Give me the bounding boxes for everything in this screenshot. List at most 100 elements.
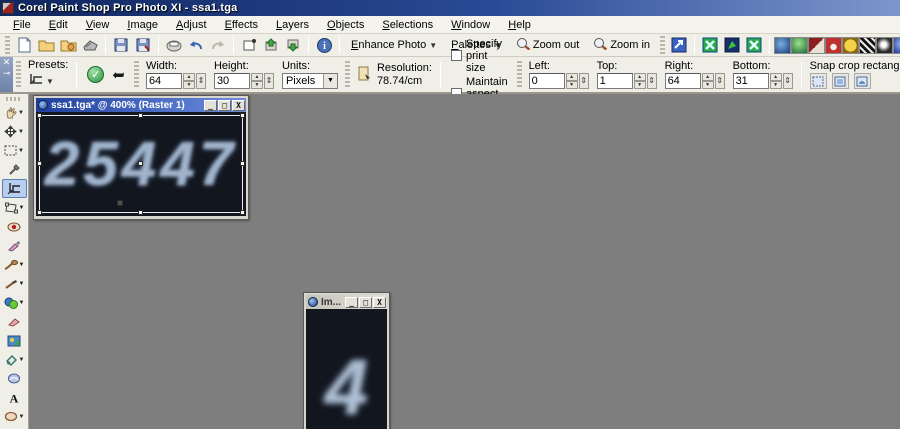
bottom-slider-button[interactable]: ⇕ — [783, 73, 793, 89]
maximize-button[interactable]: □ — [218, 100, 231, 111]
crop-handle-sw[interactable] — [37, 210, 42, 215]
image-window-ssa1[interactable]: ssa1.tga* @ 400% (Raster 1) _ □ X 25447 — [33, 95, 249, 220]
snap-selection-button[interactable] — [854, 73, 871, 89]
preset-shape-tool-button[interactable]: ▼ — [2, 407, 27, 426]
snap-merged-opaque-button[interactable] — [832, 73, 849, 89]
zoom-in-button[interactable]: Zoom in — [586, 34, 657, 56]
picture-frame-effect-icon[interactable] — [808, 37, 825, 54]
menu-view[interactable]: View — [77, 18, 119, 32]
top-input[interactable] — [597, 73, 633, 89]
script-edit-button[interactable] — [721, 35, 743, 56]
right-input[interactable] — [665, 73, 701, 89]
units-dropdown[interactable]: Pixels ▼ — [282, 73, 338, 89]
close-button[interactable]: X — [232, 100, 245, 111]
left-spinner[interactable]: ▲▼ — [566, 73, 578, 89]
crop-preset-icon[interactable] — [28, 72, 45, 90]
clone-brush-tool-button[interactable]: ▼ — [2, 255, 27, 274]
save-button[interactable] — [110, 35, 132, 56]
width-spinner[interactable]: ▲▼ — [183, 73, 195, 89]
red-eye-tool-button[interactable] — [2, 217, 27, 236]
globe-effect-icon[interactable] — [774, 37, 791, 54]
zoom-out-button[interactable]: Zoom out — [509, 34, 586, 56]
crop-rectangle[interactable] — [39, 115, 243, 213]
import-button[interactable] — [260, 35, 282, 56]
clear-button[interactable]: ➥ — [112, 66, 125, 84]
toolbar-grip[interactable] — [660, 36, 665, 54]
image-window-2[interactable]: Im... _ □ X 4 — [303, 292, 390, 429]
crop-handle-nw[interactable] — [37, 113, 42, 118]
right-spinner[interactable]: ▲▼ — [702, 73, 714, 89]
menu-help[interactable]: Help — [499, 18, 540, 32]
info-button[interactable]: i — [313, 35, 335, 56]
image-canvas[interactable]: 25447 — [36, 112, 246, 216]
snap-layer-opaque-button[interactable] — [810, 73, 827, 89]
menu-edit[interactable]: Edit — [40, 18, 77, 32]
scan-button[interactable] — [79, 35, 101, 56]
move-tool-button[interactable]: ▼ — [2, 122, 27, 141]
copyright-effect-icon[interactable] — [842, 37, 859, 54]
menu-window[interactable]: Window — [442, 18, 499, 32]
crop-tool-button[interactable] — [2, 179, 27, 198]
width-slider-button[interactable]: ⇕ — [196, 73, 206, 89]
left-input[interactable] — [529, 73, 565, 89]
selection-tool-button[interactable]: ▼ — [2, 141, 27, 160]
minimize-button[interactable]: _ — [345, 297, 358, 308]
menu-selections[interactable]: Selections — [373, 18, 442, 32]
script-record-button[interactable] — [743, 35, 765, 56]
page-curl-effect-icon[interactable] — [825, 37, 842, 54]
palette-grip[interactable] — [16, 61, 21, 89]
eraser-tool-button[interactable] — [2, 312, 27, 331]
menu-objects[interactable]: Objects — [318, 18, 373, 32]
crop-handle-n[interactable] — [138, 113, 143, 118]
specify-print-size-checkbox[interactable]: Specify print size — [451, 38, 508, 74]
crop-handle-ne[interactable] — [240, 113, 245, 118]
new-button[interactable] — [13, 35, 35, 56]
chevron-down-icon[interactable]: ▼ — [46, 77, 54, 86]
bottom-input[interactable] — [733, 73, 769, 89]
right-slider-button[interactable]: ⇕ — [715, 73, 725, 89]
menu-adjust[interactable]: Adjust — [167, 18, 216, 32]
sparkle-effect-icon[interactable] — [876, 37, 893, 54]
height-input[interactable] — [214, 73, 250, 89]
toolbar-grip[interactable] — [5, 36, 10, 54]
mesh-effect-icon[interactable] — [859, 37, 876, 54]
top-slider-button[interactable]: ⇕ — [647, 73, 657, 89]
maximize-button[interactable]: □ — [359, 297, 372, 308]
gem-effect-icon[interactable] — [893, 37, 900, 54]
titlebar[interactable]: Corel Paint Shop Pro Photo XI - ssa1.tga — [0, 0, 900, 16]
enhance-photo-button[interactable]: Enhance Photo ▼ — [344, 36, 444, 54]
palette-grip[interactable] — [517, 61, 522, 89]
lighten-darken-tool-button[interactable] — [2, 369, 27, 388]
print-button[interactable] — [163, 35, 185, 56]
menu-effects[interactable]: Effects — [216, 18, 267, 32]
crop-handle-center[interactable] — [138, 161, 143, 166]
close-icon[interactable]: ✕ — [3, 58, 11, 67]
color-changer-tool-button[interactable]: ▼ — [2, 293, 27, 312]
picture-tube-tool-button[interactable] — [2, 331, 27, 350]
crop-handle-e[interactable] — [240, 161, 245, 166]
open-button[interactable] — [35, 35, 57, 56]
sphere-effect-icon[interactable] — [791, 37, 808, 54]
width-input[interactable] — [146, 73, 182, 89]
makeover-tool-button[interactable] — [2, 236, 27, 255]
palette-grip[interactable] — [345, 61, 350, 89]
straighten-tool-button[interactable]: ▼ — [2, 198, 27, 217]
save-as-button[interactable] — [132, 35, 154, 56]
browse-button[interactable] — [57, 35, 79, 56]
close-button[interactable]: X — [373, 297, 386, 308]
image-canvas-2[interactable]: 4 — [306, 309, 387, 429]
menu-file[interactable]: File — [4, 18, 40, 32]
apply-button[interactable]: ✓ — [87, 66, 104, 83]
export-button[interactable] — [282, 35, 304, 56]
crop-handle-se[interactable] — [240, 210, 245, 215]
image-window-titlebar[interactable]: ssa1.tga* @ 400% (Raster 1) _ □ X — [36, 98, 246, 112]
tools-grip[interactable] — [6, 97, 22, 101]
undo-button[interactable] — [185, 35, 207, 56]
duplicate-window-button[interactable] — [238, 35, 260, 56]
left-slider-button[interactable]: ⇕ — [579, 73, 589, 89]
dropper-tool-button[interactable] — [2, 160, 27, 179]
minimize-button[interactable]: _ — [204, 100, 217, 111]
paint-brush-tool-button[interactable]: ▼ — [2, 274, 27, 293]
height-slider-button[interactable]: ⇕ — [264, 73, 274, 89]
crop-handle-s[interactable] — [138, 210, 143, 215]
